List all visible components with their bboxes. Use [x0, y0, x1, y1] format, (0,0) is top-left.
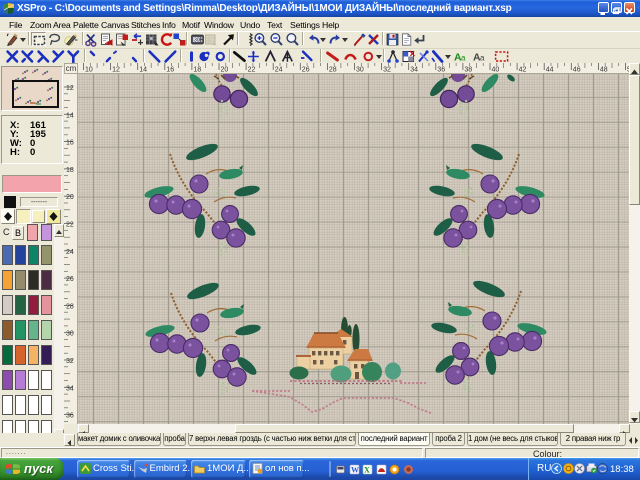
svg-text:32: 32 — [383, 67, 391, 74]
svg-text:20: 20 — [221, 67, 229, 74]
svg-text:16: 16 — [66, 140, 74, 147]
svg-text:10: 10 — [85, 67, 93, 74]
svg-text:22: 22 — [248, 67, 256, 74]
svg-text:12: 12 — [112, 67, 120, 74]
svg-text:40: 40 — [492, 67, 500, 74]
svg-text:26: 26 — [302, 67, 310, 74]
svg-text:34: 34 — [66, 385, 74, 392]
svg-text:34: 34 — [410, 67, 418, 74]
svg-text:14: 14 — [66, 112, 74, 119]
svg-text:30: 30 — [356, 67, 364, 74]
svg-text:14: 14 — [139, 67, 147, 74]
svg-text:16: 16 — [166, 67, 174, 74]
svg-text:24: 24 — [275, 67, 283, 74]
svg-text:a: a — [480, 54, 485, 63]
svg-text:28: 28 — [66, 303, 74, 310]
svg-text:26: 26 — [66, 276, 74, 283]
svg-text:X: X — [364, 466, 370, 475]
svg-text:28: 28 — [329, 67, 337, 74]
svg-text:42: 42 — [519, 67, 527, 74]
svg-text:W: W — [351, 466, 359, 475]
svg-text:48: 48 — [600, 67, 608, 74]
svg-text:22: 22 — [66, 222, 74, 229]
svg-text:44: 44 — [546, 67, 554, 74]
svg-text:30: 30 — [194, 37, 200, 43]
svg-text:32: 32 — [66, 358, 74, 365]
svg-text:30: 30 — [66, 331, 74, 338]
svg-text:46: 46 — [573, 67, 581, 74]
svg-text:a: a — [461, 54, 466, 63]
svg-text:38: 38 — [464, 67, 472, 74]
svg-text:36: 36 — [437, 67, 445, 74]
svg-text:18: 18 — [193, 67, 201, 74]
svg-text:24: 24 — [66, 249, 74, 256]
svg-text:12: 12 — [66, 85, 74, 92]
svg-text:18: 18 — [66, 167, 74, 174]
svg-text:36: 36 — [66, 413, 74, 420]
svg-text:20: 20 — [66, 194, 74, 201]
